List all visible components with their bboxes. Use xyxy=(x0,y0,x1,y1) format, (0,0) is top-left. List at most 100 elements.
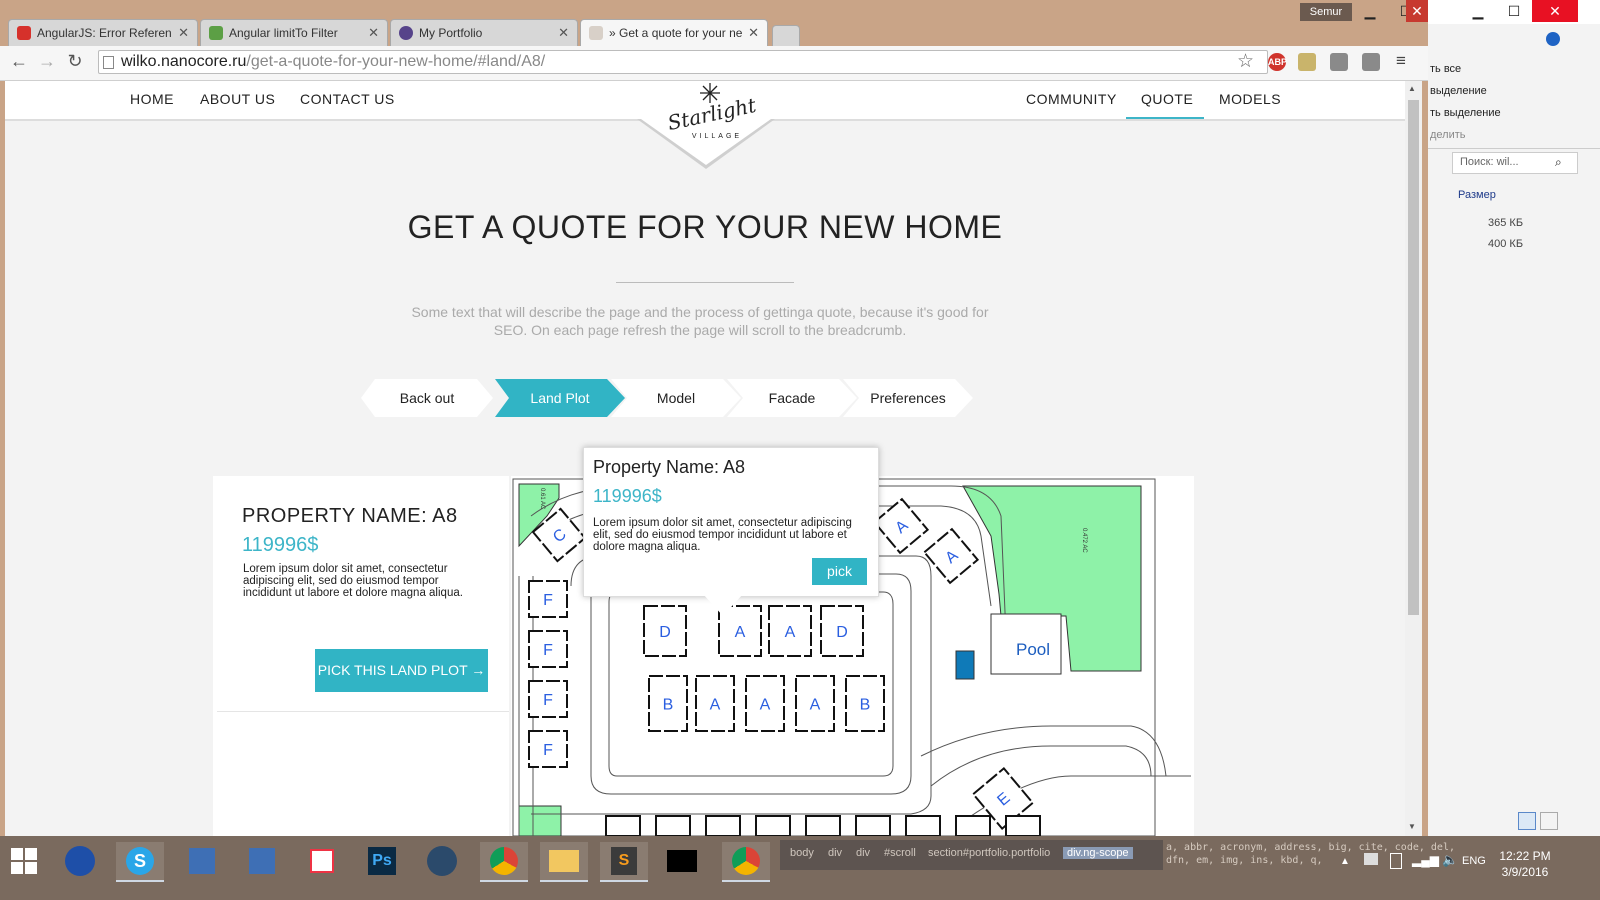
tab-angular-limitto[interactable]: Angular limitTo Filter ✕ xyxy=(200,19,388,46)
lot[interactable]: F xyxy=(528,580,568,618)
column-header-size[interactable]: Размер xyxy=(1458,189,1496,201)
file-size: 365 КБ xyxy=(1488,217,1524,229)
nav-models[interactable]: MODELS xyxy=(1219,91,1281,107)
crumb[interactable]: div xyxy=(856,847,870,859)
step-land-plot[interactable]: Land Plot xyxy=(495,379,625,417)
lot[interactable]: A xyxy=(795,675,835,732)
step-model[interactable]: Model xyxy=(611,379,741,417)
popup-title: Property Name: A8 xyxy=(593,457,746,477)
tab-my-portfolio[interactable]: My Portfolio ✕ xyxy=(390,19,578,46)
tab-angularjs-error[interactable]: AngularJS: Error Reference ✕ xyxy=(8,19,198,46)
lot[interactable]: A xyxy=(768,605,812,657)
area-label: 0.472 AC xyxy=(1081,528,1087,553)
back-icon[interactable]: ← xyxy=(8,50,30,72)
clock-date: 3/9/2016 xyxy=(1501,865,1549,879)
battery-icon[interactable] xyxy=(1390,853,1402,869)
taskbar-chrome[interactable] xyxy=(722,842,770,882)
ribbon-invert-selection[interactable]: ть выделение xyxy=(1430,107,1501,119)
nav-community[interactable]: COMMUNITY xyxy=(1026,91,1117,107)
scroll-up-icon[interactable]: ▲ xyxy=(1408,84,1416,93)
lot[interactable]: F xyxy=(528,730,568,768)
lot[interactable]: B xyxy=(648,675,688,732)
lot[interactable]: D xyxy=(643,605,687,657)
drive-icon[interactable] xyxy=(1362,53,1380,71)
maximize-icon[interactable]: ☐ xyxy=(1496,0,1532,22)
ribbon-select-all[interactable]: ть все xyxy=(1430,63,1461,75)
folder-icon xyxy=(549,850,579,872)
minimize-icon[interactable]: ▁ xyxy=(1460,0,1496,22)
language-indicator[interactable]: ENG xyxy=(1462,855,1486,867)
close-icon[interactable]: ✕ xyxy=(178,25,189,41)
lot[interactable]: F xyxy=(528,630,568,668)
scrollbar-thumb[interactable] xyxy=(1408,100,1419,615)
network-app-icon xyxy=(249,848,275,874)
crumb[interactable]: div xyxy=(828,847,842,859)
nav-home[interactable]: HOME xyxy=(130,91,174,107)
pick-land-plot-button[interactable]: PICK THIS LAND PLOT → xyxy=(315,649,488,692)
nav-contact-us[interactable]: CONTACT US xyxy=(300,91,395,107)
divider xyxy=(217,711,509,712)
wifi-icon[interactable]: ▂▄▆ xyxy=(1412,853,1439,867)
adblock-icon[interactable]: ABP xyxy=(1268,53,1287,71)
step-label: Land Plot xyxy=(530,390,590,406)
css-selector-hint: a, abbr, acronym, address, big, cite, co… xyxy=(1166,842,1455,853)
tray-arrow-icon[interactable]: ▲ xyxy=(1340,856,1350,867)
step-preferences[interactable]: Preferences xyxy=(843,379,973,417)
pool-icon xyxy=(955,650,975,680)
new-tab-button[interactable] xyxy=(772,25,800,46)
close-icon[interactable]: ✕ xyxy=(558,25,569,41)
tab-get-a-quote[interactable]: » Get a quote for your new ✕ xyxy=(580,19,768,46)
step-back-out[interactable]: Back out xyxy=(361,379,493,417)
volume-icon[interactable]: 🔈 xyxy=(1442,852,1458,868)
extension-icon[interactable] xyxy=(1298,53,1316,71)
taskbar-app[interactable] xyxy=(178,842,226,880)
close-window-icon[interactable]: ✕ xyxy=(1532,0,1578,22)
page-intro: Some text that will describe the page an… xyxy=(411,304,989,338)
tray-icon[interactable] xyxy=(1364,853,1378,865)
system-clock[interactable]: 12:22 PM 3/9/2016 xyxy=(1490,848,1560,880)
taskbar-app[interactable] xyxy=(238,842,286,880)
crumb[interactable]: body xyxy=(790,847,814,859)
lot[interactable]: A xyxy=(745,675,785,732)
lot[interactable]: B xyxy=(845,675,885,732)
ribbon-deselect[interactable]: выделение xyxy=(1430,85,1487,97)
extension-icon[interactable] xyxy=(1330,53,1348,71)
close-icon[interactable]: ✕ xyxy=(368,25,379,41)
crumb[interactable]: #scroll xyxy=(884,847,916,859)
help-icon[interactable] xyxy=(1546,32,1560,46)
step-facade[interactable]: Facade xyxy=(727,379,857,417)
taskbar-explorer[interactable] xyxy=(540,842,588,882)
details-view-icon[interactable] xyxy=(1518,812,1536,830)
menu-icon[interactable]: ≡ xyxy=(1396,51,1406,71)
nav-about-us[interactable]: ABOUT US xyxy=(200,91,275,107)
logo-subtitle: VILLAGE xyxy=(691,133,743,140)
start-button[interactable] xyxy=(0,842,48,880)
taskbar-app[interactable] xyxy=(56,842,104,880)
close-window-icon[interactable]: ✕ xyxy=(1406,0,1428,22)
taskbar-chrome[interactable] xyxy=(480,842,528,882)
crumb[interactable]: section#portfolio.portfolio xyxy=(928,847,1050,859)
taskbar-skype[interactable]: S xyxy=(116,842,164,882)
nav-quote[interactable]: QUOTE xyxy=(1141,91,1193,107)
taskbar-app[interactable] xyxy=(418,842,466,880)
taskbar-photoshop[interactable]: Ps xyxy=(358,842,406,880)
search-icon[interactable]: ⌕ xyxy=(1555,155,1562,170)
taskbar-sublime[interactable]: S xyxy=(600,842,648,882)
profile-badge[interactable]: Semur xyxy=(1300,3,1352,21)
bookmark-star-icon[interactable]: ☆ xyxy=(1237,50,1254,73)
tiles-view-icon[interactable] xyxy=(1540,812,1558,830)
taskbar-app[interactable] xyxy=(298,842,346,880)
lot[interactable]: D xyxy=(820,605,864,657)
lot[interactable]: A xyxy=(695,675,735,732)
lot[interactable]: F xyxy=(528,680,568,718)
popup-pick-button[interactable]: pick xyxy=(812,558,867,585)
address-bar[interactable]: wilko.nanocore.ru/get-a-quote-for-your-n… xyxy=(98,50,1268,74)
scroll-down-icon[interactable]: ▼ xyxy=(1408,822,1416,831)
forward-icon[interactable]: → xyxy=(36,50,58,72)
crumb-selected[interactable]: div.ng-scope xyxy=(1063,847,1133,859)
minimize-icon[interactable]: ▁ xyxy=(1352,0,1388,22)
reload-icon[interactable]: ↻ xyxy=(64,50,86,72)
close-icon[interactable]: ✕ xyxy=(748,25,759,41)
lot-label: A xyxy=(710,697,721,714)
taskbar-cmd[interactable] xyxy=(658,842,706,880)
